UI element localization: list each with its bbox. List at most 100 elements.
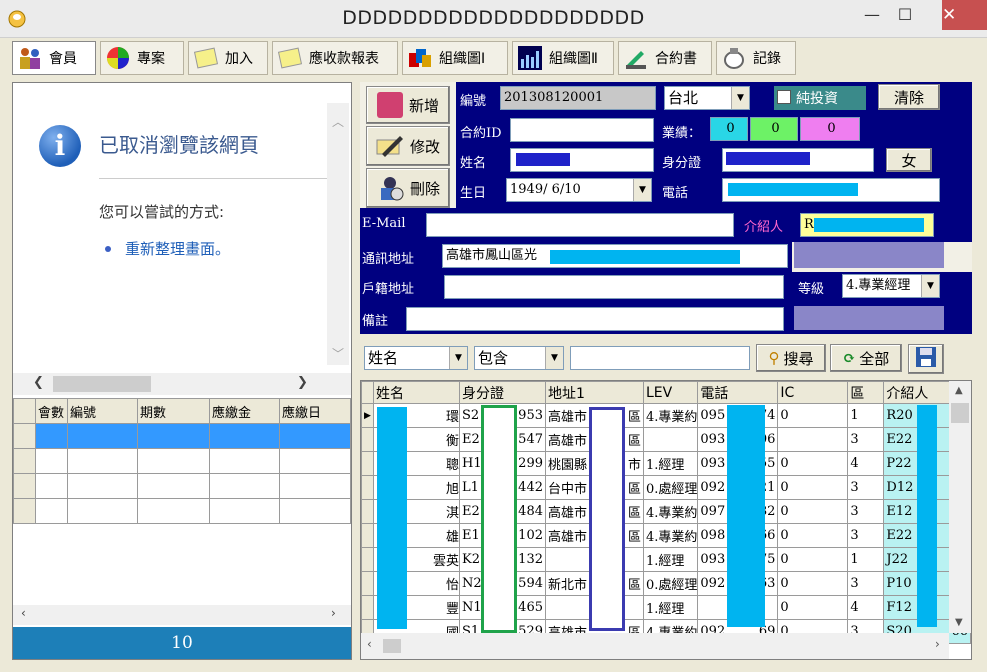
table-row[interactable] (13, 423, 351, 449)
horizontal-scrollbar[interactable]: ❮ ❯ (13, 373, 351, 395)
new-button[interactable]: 新增 (366, 86, 450, 124)
edit-button[interactable]: 修改 (366, 126, 450, 166)
column-header[interactable]: 應繳日 (279, 398, 351, 424)
column-header-name[interactable]: 姓名 (373, 381, 460, 404)
tab-receivables-report[interactable]: 應收款報表 (272, 41, 398, 75)
performance-field-1[interactable]: 0 (710, 117, 748, 141)
close-button[interactable]: ✕ (942, 0, 987, 30)
name-column-redaction (377, 407, 407, 629)
table-row[interactable]: 旭L1442台中市區0.處經理0922103D1250 (361, 475, 971, 500)
cell-level: 0.處經理 (642, 571, 699, 596)
tab-members[interactable]: 會員 (12, 41, 96, 75)
pure-investment-checkbox-row[interactable]: 純投資 (774, 86, 866, 110)
table-row[interactable] (13, 473, 351, 499)
column-header-ic[interactable]: IC (777, 381, 849, 404)
id-no-field[interactable]: 201308120001 (500, 86, 656, 110)
search-mode-select[interactable]: 包含 ▼ (474, 346, 564, 370)
tab-org-chart-2[interactable]: 組織圖Ⅱ (512, 41, 614, 75)
table-row[interactable]: 怡N2594新北市區0.處經理0926303P1023 (361, 571, 971, 596)
grid-horizontal-scrollbar[interactable]: ‹ › (13, 605, 351, 625)
table-row[interactable]: 雲英K21321.經理0937501J2204 (361, 547, 971, 572)
birthday-label: 生日 (460, 186, 487, 201)
chevron-down-icon[interactable]: ▼ (449, 347, 467, 369)
column-header[interactable]: 會數 (35, 398, 68, 424)
chevron-down-icon[interactable]: ▼ (921, 275, 939, 297)
maximize-button[interactable]: ☐ (885, 2, 925, 28)
scroll-left-icon[interactable]: ‹ (21, 606, 26, 620)
scroll-right-icon[interactable]: › (935, 637, 940, 651)
national-id-label: 身分證 (662, 156, 702, 171)
row-header[interactable] (361, 475, 374, 500)
table-row[interactable]: 聰H1299桃園縣市1.經理0935504P2232 (361, 451, 971, 476)
scroll-thumb[interactable] (383, 639, 401, 653)
table-row[interactable] (13, 448, 351, 474)
scroll-left-icon[interactable]: ‹ (367, 637, 372, 651)
vertical-scrollbar[interactable]: ︿ ﹀ (327, 103, 349, 365)
row-header[interactable] (361, 523, 374, 548)
clear-button[interactable]: 清除 (878, 84, 940, 110)
cell-area: 1 (847, 547, 885, 572)
row-header[interactable] (361, 595, 374, 620)
pure-investment-checkbox[interactable] (777, 90, 791, 104)
scroll-thumb[interactable] (951, 403, 969, 423)
scroll-down-icon[interactable]: ▼ (955, 617, 963, 628)
column-header-level[interactable]: LEV (642, 381, 699, 404)
tab-join[interactable]: 加入 (188, 41, 268, 75)
table-row[interactable]: 淇E2484高雄市區4.專業約0978203E1256 (361, 499, 971, 524)
scroll-thumb[interactable] (53, 376, 151, 392)
grid-horizontal-scrollbar[interactable]: ‹ › (361, 633, 949, 659)
search-input[interactable] (570, 346, 750, 370)
column-header[interactable]: 期數 (137, 398, 210, 424)
log-icon (721, 45, 747, 71)
column-header-id[interactable]: 身分證 (459, 381, 546, 404)
note-field[interactable] (406, 307, 784, 331)
name-redaction (516, 153, 570, 166)
column-header[interactable]: 編號 (67, 398, 138, 424)
chevron-down-icon[interactable]: ▼ (633, 179, 651, 201)
household-address-field[interactable] (444, 275, 784, 299)
table-row[interactable] (13, 498, 351, 524)
scroll-right-icon[interactable]: ❯ (297, 375, 308, 390)
tab-contract[interactable]: 合約書 (618, 41, 712, 75)
chevron-down-icon[interactable]: ▼ (545, 347, 563, 369)
scroll-left-icon[interactable]: ❮ (33, 375, 44, 390)
search-field-select[interactable]: 姓名 ▼ (364, 346, 468, 370)
tab-org-chart-1[interactable]: 組織圖Ⅰ (402, 41, 508, 75)
scroll-down-icon[interactable]: ﹀ (327, 345, 349, 362)
row-header[interactable] (361, 451, 374, 476)
save-button[interactable] (908, 344, 944, 374)
tab-log[interactable]: 記錄 (716, 41, 796, 75)
show-all-button[interactable]: ⟳ 全部 (830, 344, 902, 372)
column-header-area[interactable]: 區 (847, 381, 885, 404)
tab-project[interactable]: 專案 (100, 41, 184, 75)
grid-vertical-scrollbar[interactable]: ▲ ▼ (949, 381, 971, 633)
performance-field-2[interactable]: 0 (750, 117, 798, 141)
table-row[interactable]: 雄E1102高雄市區4.專業約0986603E2232 (361, 523, 971, 548)
scroll-up-icon[interactable]: ︿ (327, 113, 349, 130)
refresh-link[interactable]: 重新整理畫面。 (125, 238, 230, 259)
row-header[interactable] (361, 571, 374, 596)
column-header[interactable]: 應繳金 (209, 398, 280, 424)
cell-ic: 0 (777, 547, 849, 572)
row-header[interactable] (361, 547, 374, 572)
column-header-address[interactable]: 地址1 (545, 381, 644, 404)
table-row[interactable]: 衡E2547高雄市區093063E2231 (361, 427, 971, 452)
level-select[interactable]: 4.專業經理 ▼ (842, 274, 940, 298)
gender-button[interactable]: 女 (886, 148, 932, 172)
birthday-picker[interactable]: 1949/ 6/10 ▼ (506, 178, 652, 202)
region-select[interactable]: 台北 ▼ (664, 86, 750, 110)
table-row[interactable]: 豐N14651.經理04F1266 (361, 595, 971, 620)
contract-id-field[interactable] (510, 118, 654, 142)
scroll-right-icon[interactable]: › (331, 606, 336, 620)
delete-button[interactable]: 刪除 (366, 168, 450, 208)
performance-field-3[interactable]: 0 (800, 117, 860, 141)
chevron-down-icon[interactable]: ▼ (731, 87, 749, 109)
scroll-up-icon[interactable]: ▲ (955, 385, 963, 396)
search-button[interactable]: ⚲ 搜尋 (756, 344, 826, 372)
email-field[interactable] (426, 213, 734, 237)
row-header[interactable]: ▶ (361, 403, 374, 428)
row-header[interactable] (361, 427, 374, 452)
column-header-phone[interactable]: 電話 (697, 381, 779, 404)
table-row[interactable]: ▶環S2953高雄市區4.專業約0957401R2063 (361, 403, 971, 428)
row-header[interactable] (361, 499, 374, 524)
